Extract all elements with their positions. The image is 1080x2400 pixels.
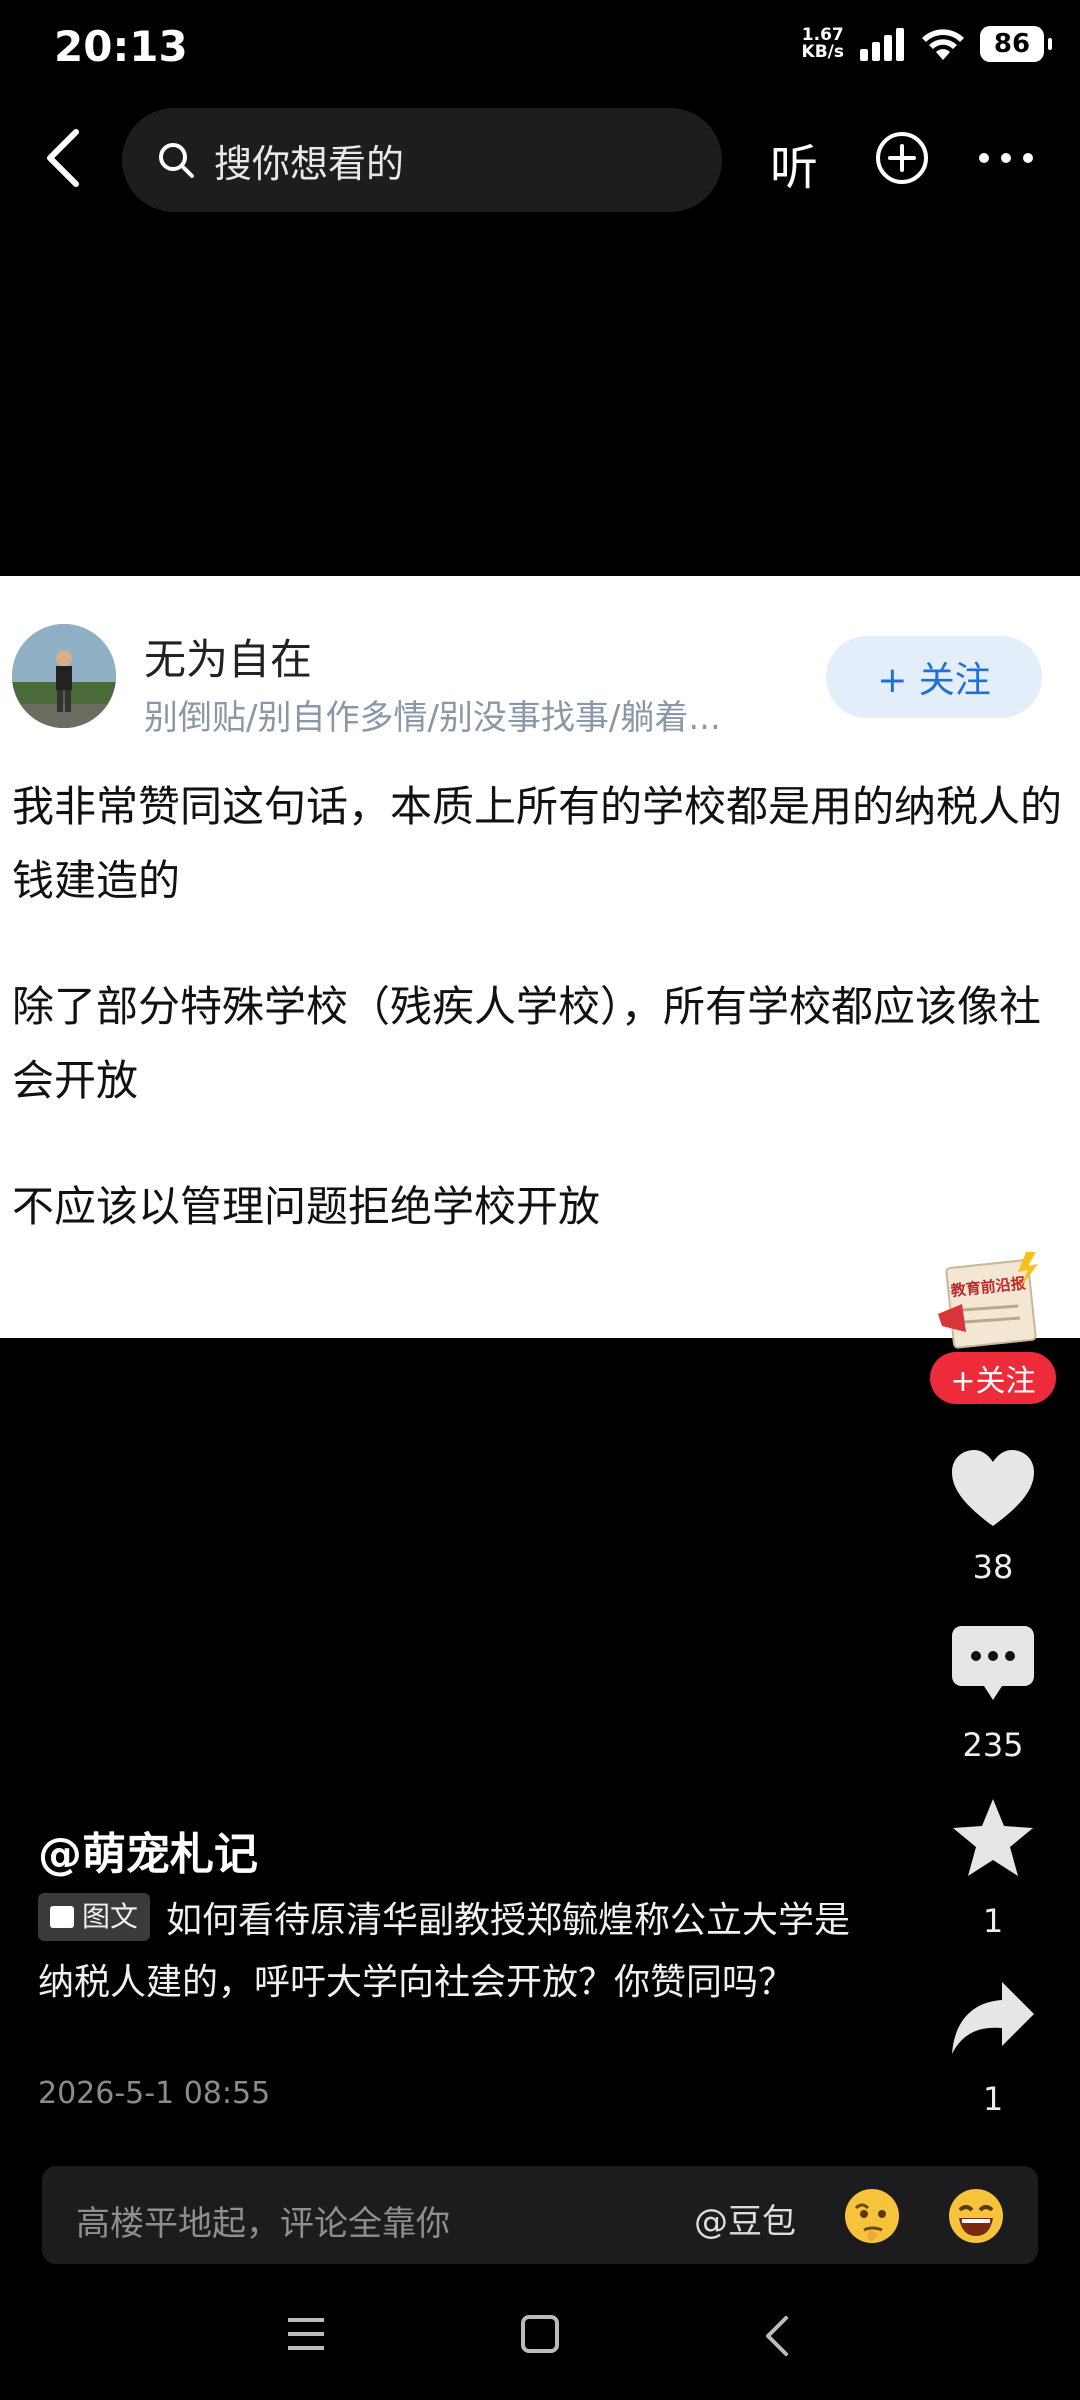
post-date: 2026-5-1 08:55	[38, 2076, 271, 2111]
back-nav-icon[interactable]	[758, 2314, 798, 2358]
search-input[interactable]: 搜你想看的	[122, 108, 722, 212]
post-paragraph: 不应该以管理问题拒绝学校开放	[12, 1182, 601, 1231]
thinking-emoji-icon[interactable]	[842, 2186, 902, 2246]
laughing-emoji-icon[interactable]	[946, 2186, 1006, 2246]
post-type-tag: 图文	[38, 1893, 151, 1941]
description-text: 如何看待原清华副教授郑毓煌称公立大学是纳税人建的，呼吁大学向社会开放？你赞同吗？	[38, 1900, 851, 2003]
tag-label: 图文	[82, 1900, 139, 1933]
more-icon[interactable]	[978, 150, 1034, 166]
follow-account-button[interactable]: +关注	[930, 1352, 1056, 1404]
wifi-icon	[922, 29, 964, 60]
author-name[interactable]: 无为自在	[144, 626, 312, 687]
post-description[interactable]: 图文 如何看待原清华副教授郑毓煌称公立大学是纳税人建的，呼吁大学向社会开放？你赞…	[38, 1890, 878, 2014]
listen-button[interactable]: 听	[770, 128, 818, 198]
author-bio: 别倒贴/别自作多情/别没事找事/躺着...	[144, 698, 721, 738]
heart-icon[interactable]	[950, 1448, 1036, 1534]
search-placeholder: 搜你想看的	[214, 141, 405, 186]
share-icon[interactable]	[950, 1976, 1036, 2062]
home-nav-icon[interactable]	[520, 2314, 560, 2354]
mention-doubao-button[interactable]: @豆包	[694, 2194, 796, 2243]
image-text-icon	[50, 1906, 74, 1928]
status-time: 20:13	[54, 22, 188, 71]
creator-handle[interactable]: @萌宠札记	[38, 1818, 258, 1882]
add-circle-icon[interactable]	[874, 130, 930, 186]
network-speed: 1.67 KB/s	[801, 25, 844, 62]
battery-icon: 86	[980, 26, 1052, 62]
newspaper-megaphone-icon: 教育前沿报	[938, 1252, 1038, 1349]
back-icon[interactable]	[40, 126, 88, 190]
star-icon[interactable]	[950, 1796, 1036, 1882]
comment-count: 235	[962, 1726, 1024, 1764]
post-paragraph: 除了部分特殊学校（残疾人学校），所有学校都应该像社会开放	[12, 982, 1042, 1105]
post-paragraph: 我非常赞同这句话，本质上所有的学校都是用的纳税人的钱建造的	[12, 782, 1063, 905]
status-icons: 1.67 KB/s 86	[801, 25, 1052, 62]
signal-icon	[860, 28, 904, 61]
comment-icon[interactable]	[950, 1620, 1036, 1706]
account-badge[interactable]: 教育前沿报	[932, 1252, 1048, 1362]
menu-nav-icon[interactable]	[286, 2314, 326, 2354]
like-count: 38	[972, 1548, 1014, 1586]
author-avatar[interactable]	[12, 624, 116, 728]
favorite-count: 1	[982, 1902, 1004, 1940]
comment-placeholder: 高楼平地起，评论全靠你	[76, 2204, 450, 2244]
share-count: 1	[982, 2080, 1004, 2118]
search-icon	[159, 143, 194, 178]
follow-button[interactable]: + 关注	[826, 636, 1042, 718]
avatar-image	[12, 624, 116, 728]
